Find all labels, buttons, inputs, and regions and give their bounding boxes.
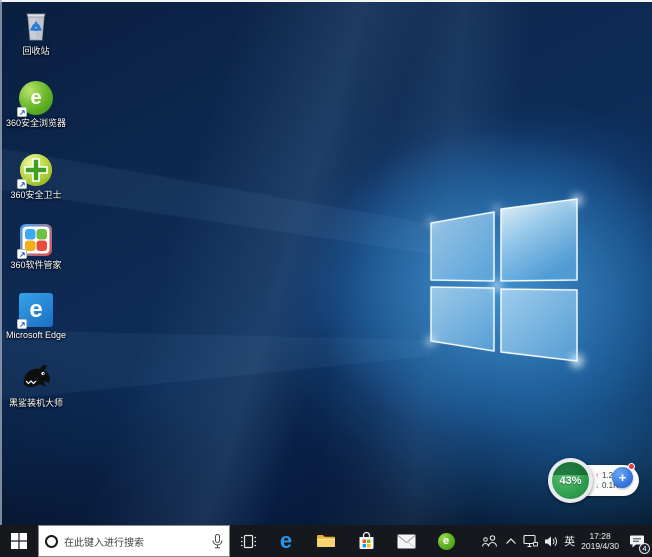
file-explorer-icon	[316, 533, 336, 549]
notification-count-badge: 4	[639, 543, 650, 554]
network-button[interactable]	[520, 525, 541, 557]
memory-percent: 43%	[559, 475, 581, 487]
taskbar: 在此键入进行搜索 e	[0, 525, 652, 557]
taskbar-store-button[interactable]	[346, 525, 386, 557]
shortcut-arrow-icon	[17, 179, 27, 189]
desktop-icon-360-safe-guard[interactable]: 360安全卫士	[3, 152, 69, 201]
taskbar-360-browser-button[interactable]: e	[426, 525, 466, 557]
black-shark-icon	[18, 360, 54, 396]
taskbar-file-explorer-button[interactable]	[306, 525, 346, 557]
microphone-icon[interactable]	[212, 534, 223, 549]
search-placeholder: 在此键入进行搜索	[64, 534, 206, 549]
clock-date: 2019/4/30	[581, 541, 619, 551]
shortcut-arrow-icon	[17, 319, 27, 329]
windows-desktop-screen: 回收站 e 360安全浏览器	[0, 0, 652, 557]
ime-indicator[interactable]: 英	[561, 525, 578, 557]
desktop-icon-heisha-installer[interactable]: 黑鲨装机大师	[3, 360, 69, 409]
edge-icon: e	[280, 530, 292, 552]
360-browser-icon: e	[18, 80, 54, 116]
360-safe-guard-icon	[18, 152, 54, 188]
360-software-manager-icon	[18, 222, 54, 258]
screen-left-edge	[0, 0, 2, 525]
widget-notification-dot	[628, 463, 635, 470]
system-tray: 英 17:28 2019/4/30 4	[478, 525, 652, 557]
windows-logo-icon	[11, 533, 27, 549]
clock-time: 17:28	[589, 531, 610, 541]
icon-label: 回收站	[22, 46, 49, 57]
icon-label: 360安全浏览器	[6, 118, 66, 129]
desktop-wallpaper[interactable]: 回收站 e 360安全浏览器	[0, 0, 652, 525]
task-view-icon	[240, 534, 257, 549]
volume-button[interactable]	[541, 525, 561, 557]
shortcut-arrow-icon	[17, 249, 27, 259]
icon-label: 黑鲨装机大师	[9, 398, 63, 409]
people-icon	[481, 534, 499, 548]
taskbar-mail-button[interactable]	[386, 525, 426, 557]
360-floating-widget: ↑ 1.2K/s ↓ 0.1K/s + 43%	[548, 457, 642, 505]
desktop-icon-360-software-manager[interactable]: 360软件管家	[3, 222, 69, 271]
desktop-icon-recycle-bin[interactable]: 回收站	[3, 8, 69, 57]
desktop-icon-360-browser[interactable]: e 360安全浏览器	[3, 80, 69, 129]
windows-logo-wallpaper	[0, 0, 652, 525]
start-button[interactable]	[0, 525, 38, 557]
cortana-icon	[45, 535, 58, 548]
mail-icon	[397, 534, 416, 549]
people-button[interactable]	[478, 525, 502, 557]
memory-usage-ball[interactable]: 43%	[548, 458, 593, 503]
icon-label: 360安全卫士	[10, 190, 61, 201]
taskbar-search-input[interactable]: 在此键入进行搜索	[38, 525, 230, 557]
recycle-bin-icon	[18, 8, 54, 44]
taskbar-clock[interactable]: 17:28 2019/4/30	[578, 525, 622, 557]
microsoft-edge-icon: e	[18, 292, 54, 328]
chevron-up-icon	[505, 537, 517, 545]
microsoft-store-icon	[358, 532, 375, 550]
widget-boost-button[interactable]: +	[612, 467, 633, 488]
taskbar-edge-button[interactable]: e	[266, 525, 306, 557]
speaker-icon	[544, 535, 558, 548]
ethernet-icon	[523, 534, 538, 548]
task-view-button[interactable]	[230, 525, 266, 557]
show-hidden-icons-button[interactable]	[502, 525, 520, 557]
action-center-button[interactable]: 4	[622, 525, 652, 557]
360-browser-tray-icon: e	[438, 533, 455, 550]
icon-label: Microsoft Edge	[6, 330, 66, 341]
screen-top-edge	[0, 0, 652, 2]
upload-arrow-icon: ↑	[595, 471, 599, 480]
download-arrow-icon: ↓	[595, 481, 599, 490]
ball-top-segment	[552, 462, 589, 475]
shortcut-arrow-icon	[17, 107, 27, 117]
icon-label: 360软件管家	[10, 260, 61, 271]
desktop-icon-microsoft-edge[interactable]: e Microsoft Edge	[3, 292, 69, 341]
